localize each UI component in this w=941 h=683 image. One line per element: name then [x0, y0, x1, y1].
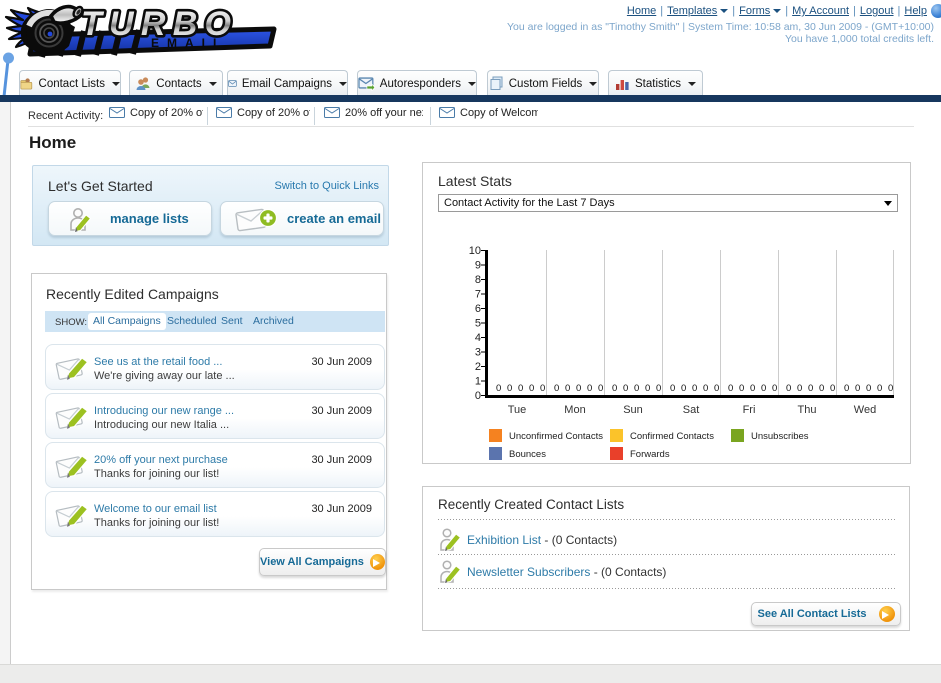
svg-text:0: 0 [761, 383, 766, 394]
svg-text:2: 2 [475, 361, 481, 373]
svg-text:1: 1 [475, 376, 481, 388]
svg-text:0: 0 [786, 383, 791, 394]
svg-text:0: 0 [844, 383, 849, 394]
svg-text:0: 0 [728, 383, 733, 394]
svg-text:0: 0 [703, 383, 708, 394]
svg-text:10: 10 [469, 245, 481, 257]
svg-text:0: 0 [819, 383, 824, 394]
svg-text:0: 0 [797, 383, 802, 394]
svg-text:3: 3 [475, 347, 481, 359]
svg-text:Mon: Mon [564, 404, 585, 416]
svg-text:0: 0 [576, 383, 581, 394]
svg-text:8: 8 [475, 274, 481, 286]
svg-text:0: 0 [612, 383, 617, 394]
svg-text:Tue: Tue [508, 404, 527, 416]
svg-text:0: 0 [645, 383, 650, 394]
svg-text:0: 0 [540, 383, 545, 394]
svg-text:0: 0 [598, 383, 603, 394]
svg-text:Forwards: Forwards [630, 449, 670, 460]
svg-text:0: 0 [623, 383, 628, 394]
svg-text:0: 0 [830, 383, 835, 394]
svg-text:0: 0 [529, 383, 534, 394]
svg-text:6: 6 [475, 303, 481, 315]
svg-text:0: 0 [634, 383, 639, 394]
svg-text:Fri: Fri [743, 404, 756, 416]
svg-text:4: 4 [475, 332, 481, 344]
svg-text:0: 0 [750, 383, 755, 394]
svg-text:0: 0 [656, 383, 661, 394]
svg-text:0: 0 [507, 383, 512, 394]
svg-text:0: 0 [681, 383, 686, 394]
svg-text:Wed: Wed [854, 404, 876, 416]
svg-text:0: 0 [554, 383, 559, 394]
svg-text:0: 0 [565, 383, 570, 394]
svg-text:Sat: Sat [683, 404, 700, 416]
svg-text:0: 0 [475, 390, 481, 402]
svg-text:5: 5 [475, 318, 481, 330]
svg-text:Sun: Sun [623, 404, 643, 416]
svg-text:9: 9 [475, 260, 481, 272]
svg-text:0: 0 [877, 383, 882, 394]
svg-text:Thu: Thu [798, 404, 817, 416]
svg-text:0: 0 [518, 383, 523, 394]
svg-text:0: 0 [739, 383, 744, 394]
svg-text:7: 7 [475, 289, 481, 301]
svg-text:Confirmed Contacts: Confirmed Contacts [630, 431, 714, 442]
svg-text:0: 0 [808, 383, 813, 394]
svg-text:Unsubscribes: Unsubscribes [751, 431, 809, 442]
svg-text:0: 0 [855, 383, 860, 394]
svg-text:Unconfirmed Contacts: Unconfirmed Contacts [509, 431, 603, 442]
svg-text:0: 0 [714, 383, 719, 394]
svg-text:0: 0 [692, 383, 697, 394]
svg-text:0: 0 [866, 383, 871, 394]
svg-text:0: 0 [772, 383, 777, 394]
svg-text:0: 0 [888, 383, 893, 394]
svg-text:0: 0 [587, 383, 592, 394]
svg-text:0: 0 [496, 383, 501, 394]
svg-text:0: 0 [670, 383, 675, 394]
svg-text:Bounces: Bounces [509, 449, 546, 460]
